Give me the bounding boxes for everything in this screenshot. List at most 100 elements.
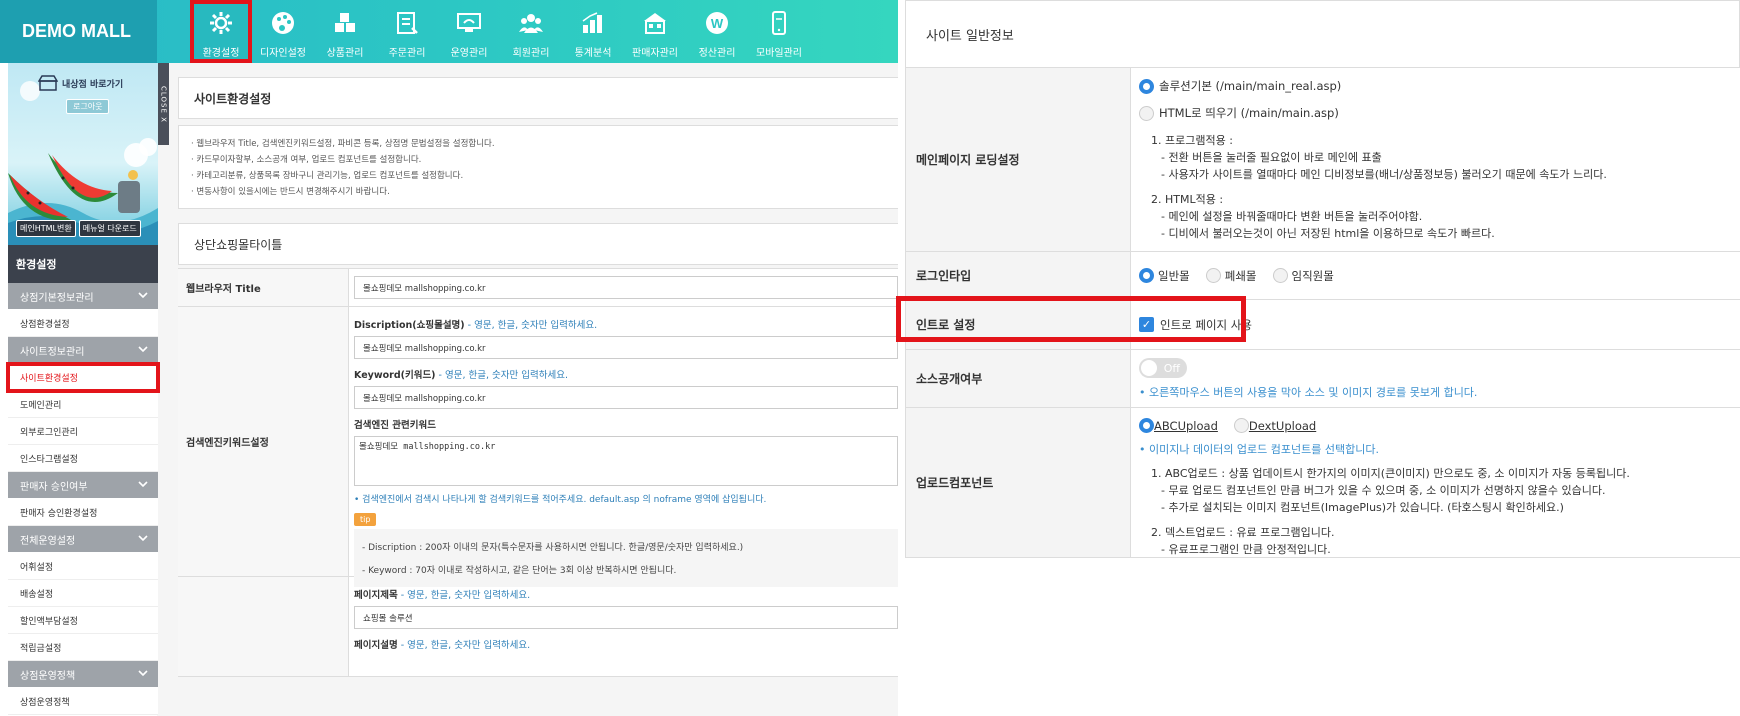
sidebar-item[interactable]: 인스타그램설정 bbox=[8, 445, 158, 472]
page-info-row: 페이지제목 - 영문, 한글, 숫자만 입력하세요. 쇼핑몰 솔루션 페이지설명… bbox=[178, 577, 898, 677]
login-type-closed[interactable]: 폐쇄몰 bbox=[1205, 268, 1257, 284]
order-icon bbox=[394, 10, 420, 44]
login-type-employee[interactable]: 임직원몰 bbox=[1272, 268, 1334, 284]
members-icon bbox=[518, 10, 544, 44]
sidebar-item[interactable]: 도메인관리 bbox=[8, 391, 158, 418]
manual-download-button[interactable]: 메뉴얼 다운로드 bbox=[78, 220, 141, 237]
top-menu-item[interactable]: W 정산관리 bbox=[686, 0, 748, 63]
keyword-input[interactable]: 몰쇼핑데모 mallshopping.co.kr bbox=[354, 386, 898, 409]
sidebar-group[interactable]: 전체운영설정 bbox=[8, 526, 158, 553]
sidebar-group[interactable]: 사이트정보관리 bbox=[8, 337, 158, 364]
sidebar-group-label: 전체운영설정 bbox=[20, 535, 76, 547]
top-menu-item[interactable]: 디자인설정 bbox=[252, 0, 314, 63]
browser-title-label: 웹브라우저 Title bbox=[178, 269, 349, 306]
my-shop-link[interactable]: 내상점 바로가기 bbox=[38, 75, 123, 91]
sidebar-item[interactable]: 사이트환경설정 bbox=[6, 362, 160, 393]
chevron-down-icon bbox=[138, 534, 148, 545]
source-open-hint: • 오른쪽마우스 버튼의 사용을 막아 소스 및 이미지 경로를 못보게 합니다… bbox=[1139, 386, 1478, 399]
sidebar-group[interactable]: 판매자 승인여부 bbox=[8, 472, 158, 499]
upload-notes: 1. ABC업로드 : 상품 업데이트시 한가지의 이미지(큰이미지) 만으로도… bbox=[1151, 467, 1630, 556]
top-menu-item[interactable]: 모바일관리 bbox=[748, 0, 810, 63]
chevron-down-icon bbox=[138, 480, 148, 491]
login-type-options: 일반몰 폐쇄몰 임직원몰 bbox=[1139, 268, 1334, 284]
note-line: · 웹브라우저 Title, 검색엔진키워드설정, 파비콘 등록, 상점명 문법… bbox=[191, 139, 495, 149]
top-menu-label: 디자인설정 bbox=[260, 48, 306, 59]
source-open-toggle[interactable]: Off bbox=[1139, 358, 1187, 378]
sidebar-item[interactable]: 적립금설정 bbox=[8, 634, 158, 661]
notes-list: · 웹브라우저 Title, 검색엔진키워드설정, 파비콘 등록, 상점명 문법… bbox=[179, 126, 898, 210]
chevron-down-icon bbox=[138, 291, 148, 302]
main-loading-option-html[interactable]: HTML로 띄우기 (/main/main.asp) bbox=[1139, 105, 1732, 121]
sidebar-group[interactable]: 상점운영정책 bbox=[8, 661, 158, 688]
upload-hint: • 이미지나 데이터의 업로드 컴포넌트를 선택합니다. bbox=[1139, 443, 1379, 456]
stats-icon bbox=[580, 10, 606, 44]
mobile-icon bbox=[766, 10, 792, 44]
site-general-info-title: 사이트 일반정보 bbox=[905, 0, 1740, 68]
radio-unselected[interactable] bbox=[1205, 268, 1221, 283]
keyword-title: Keyword(키워드) - 영문, 한글, 숫자만 입력하세요. bbox=[354, 370, 568, 381]
top-menu-label: 판매자관리 bbox=[632, 48, 678, 59]
banner-buttons: 메인HTML변환 메뉴얼 다운로드 bbox=[16, 220, 141, 237]
sidebar-banner: 내상점 바로가기 로그아웃 메인HTML변환 메뉴얼 다운로드 bbox=[8, 63, 158, 245]
top-menu: 환경설정 디자인설정 상품관리 주문관리 운영관리 회원관리 통계분석 판매자관리 W 정산관리 모… bbox=[190, 0, 810, 63]
seo-related-keyword-title: 검색엔진 관련키워드 bbox=[354, 420, 436, 431]
main-loading-row: 메인페이지 로딩설정 솔루션기본 (/main/main_real.asp) H… bbox=[906, 68, 1740, 252]
top-menu-item[interactable]: 통계분석 bbox=[562, 0, 624, 63]
sidebar-item[interactable]: 판매자 승인환경설정 bbox=[8, 499, 158, 526]
logout-button[interactable]: 로그아웃 bbox=[66, 99, 110, 114]
seo-related-keyword-textarea[interactable]: 몰쇼핑데모 mallshopping.co.kr bbox=[354, 436, 898, 486]
upload-component-options: ABCUpload DextUpload bbox=[1139, 418, 1732, 433]
sidebar-item[interactable]: 상점운영정책 bbox=[8, 688, 158, 715]
sidebar-nav: 상점기본정보관리 상점환경설정 사이트정보관리 사이트환경설정 도메인관리 외부로그인관리… bbox=[6, 283, 160, 715]
sidebar-group[interactable]: 상점기본정보관리 bbox=[8, 283, 158, 310]
browser-title-input[interactable]: 몰쇼핑데모 mallshopping.co.kr bbox=[354, 276, 898, 299]
upload-component-row: 업로드컴포넌트 ABCUpload DextUpload • 이미지나 데이터의… bbox=[906, 408, 1740, 558]
description-title: Discription(쇼핑몰설명) - 영문, 한글, 숫자만 입력하세요. bbox=[354, 320, 598, 331]
top-menu-item[interactable]: 환경설정 bbox=[190, 0, 252, 63]
description-input[interactable]: 몰쇼핑데모 mallshopping.co.kr bbox=[354, 336, 898, 359]
tip-badge: tip bbox=[354, 513, 377, 526]
page-subject-input[interactable]: 쇼핑몰 솔루션 bbox=[354, 606, 898, 629]
site-general-info-screenshot: 사이트 일반정보 메인페이지 로딩설정 솔루션기본 (/main/main_re… bbox=[896, 0, 1740, 716]
upload-option-dext[interactable]: DextUpload bbox=[1233, 418, 1316, 433]
sidebar-item[interactable]: 외부로그인관리 bbox=[8, 418, 158, 445]
page-subject-title: 페이지제목 - 영문, 한글, 숫자만 입력하세요. bbox=[354, 590, 531, 601]
sidebar-item[interactable]: 어휘설정 bbox=[8, 553, 158, 580]
radio-selected[interactable] bbox=[1139, 418, 1154, 433]
top-menu-item[interactable]: 상품관리 bbox=[314, 0, 376, 63]
main-html-convert-button[interactable]: 메인HTML변환 bbox=[16, 220, 76, 237]
top-menu-item[interactable]: 주문관리 bbox=[376, 0, 438, 63]
sidebar-close-button[interactable]: CLOSE X bbox=[158, 63, 169, 145]
top-menu-label: 운영관리 bbox=[450, 48, 488, 59]
radio-selected[interactable] bbox=[1139, 268, 1154, 283]
sidebar-item[interactable]: 상점환경설정 bbox=[8, 310, 158, 337]
main-loading-option-default[interactable]: 솔루션기본 (/main/main_real.asp) bbox=[1139, 78, 1732, 94]
store-icon bbox=[642, 10, 668, 44]
upload-option-abc[interactable]: ABCUpload bbox=[1139, 418, 1218, 433]
radio-selected[interactable] bbox=[1139, 78, 1154, 94]
login-type-row: 로그인타입 일반몰 폐쇄몰 임직원몰 bbox=[906, 252, 1740, 300]
sidebar-item[interactable]: 배송설정 bbox=[8, 580, 158, 607]
page-title: 사이트환경설정 bbox=[194, 91, 272, 106]
top-menu-item[interactable]: 판매자관리 bbox=[624, 0, 686, 63]
sidebar-item[interactable]: 할인액부담설정 bbox=[8, 607, 158, 634]
login-type-general[interactable]: 일반몰 bbox=[1139, 268, 1190, 284]
radio-unselected[interactable] bbox=[1139, 105, 1154, 121]
top-menu-item[interactable]: 회원관리 bbox=[500, 0, 562, 63]
notes-box: · 웹브라우저 Title, 검색엔진키워드설정, 파비콘 등록, 상점명 문법… bbox=[178, 125, 898, 209]
radio-unselected[interactable] bbox=[1272, 268, 1288, 283]
storefront-icon bbox=[38, 75, 58, 91]
top-navigation-bar: DEMO MALL 환경설정 디자인설정 상품관리 주문관리 운영관리 회원관리 통계분석 판… bbox=[0, 0, 898, 63]
section-title: 상단쇼핑몰타이틀 bbox=[194, 237, 283, 252]
sidebar-group-label: 판매자 승인여부 bbox=[20, 481, 88, 493]
chevron-down-icon bbox=[138, 345, 148, 356]
chevron-down-icon bbox=[138, 669, 148, 680]
gear-icon bbox=[208, 10, 234, 44]
palette-icon bbox=[270, 10, 296, 44]
note-line: · 카드무이자할부, 소스공개 여부, 업로드 컴포넌트를 설정합니다. bbox=[191, 155, 422, 165]
top-menu-item[interactable]: 운영관리 bbox=[438, 0, 500, 63]
svg-text:W: W bbox=[711, 16, 724, 31]
top-menu-label: 주문관리 bbox=[388, 48, 426, 59]
radio-unselected[interactable] bbox=[1233, 418, 1249, 433]
logo[interactable]: DEMO MALL bbox=[0, 0, 157, 63]
